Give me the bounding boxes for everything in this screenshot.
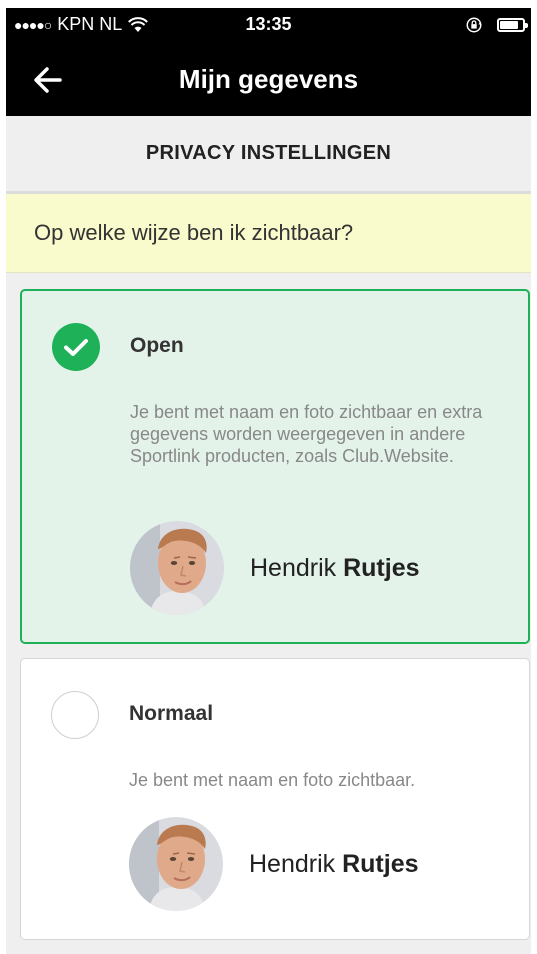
- rotation-lock-icon: [466, 17, 482, 33]
- option-open-card[interactable]: Open Je bent met naam en foto zichtbaar …: [20, 289, 530, 644]
- checkmark-icon: [64, 339, 88, 356]
- status-bar: ●●●●○ KPN NL 13:35: [6, 8, 531, 42]
- avatar: [129, 817, 223, 911]
- profile-preview: Hendrik Rutjes: [130, 521, 420, 615]
- first-name: Hendrik: [249, 849, 336, 878]
- radio-selected[interactable]: [52, 323, 100, 371]
- avatar: [130, 521, 224, 615]
- profile-name: Hendrik Rutjes: [250, 554, 420, 583]
- option-title: Normaal: [129, 702, 214, 725]
- profile-photo: [130, 521, 224, 615]
- radio-unselected[interactable]: [51, 691, 99, 739]
- last-name: Rutjes: [343, 553, 420, 582]
- option-description: Je bent met naam en foto zichtbaar en ex…: [130, 402, 483, 466]
- profile-name: Hendrik Rutjes: [249, 850, 419, 879]
- status-time: 13:35: [245, 14, 292, 34]
- visibility-question: Op welke wijze ben ik zichtbaar?: [6, 194, 531, 273]
- app-screen: ●●●●○ KPN NL 13:35 Mijn gegevens PRIVACY…: [6, 8, 531, 954]
- battery-icon: [497, 18, 528, 32]
- profile-photo: [129, 817, 223, 911]
- status-right: [465, 16, 528, 34]
- profile-preview: Hendrik Rutjes: [129, 817, 419, 911]
- option-title: Open: [130, 334, 184, 357]
- navigation-bar: Mijn gegevens: [6, 42, 531, 116]
- option-description: Je bent met naam en foto zichtbaar.: [129, 770, 416, 790]
- page-title: Mijn gegevens: [178, 64, 359, 94]
- option-normaal-card[interactable]: Normaal Je bent met naam en foto zichtba…: [20, 658, 530, 940]
- last-name: Rutjes: [342, 849, 419, 878]
- section-header: PRIVACY INSTELLINGEN: [6, 116, 531, 194]
- first-name: Hendrik: [250, 553, 337, 582]
